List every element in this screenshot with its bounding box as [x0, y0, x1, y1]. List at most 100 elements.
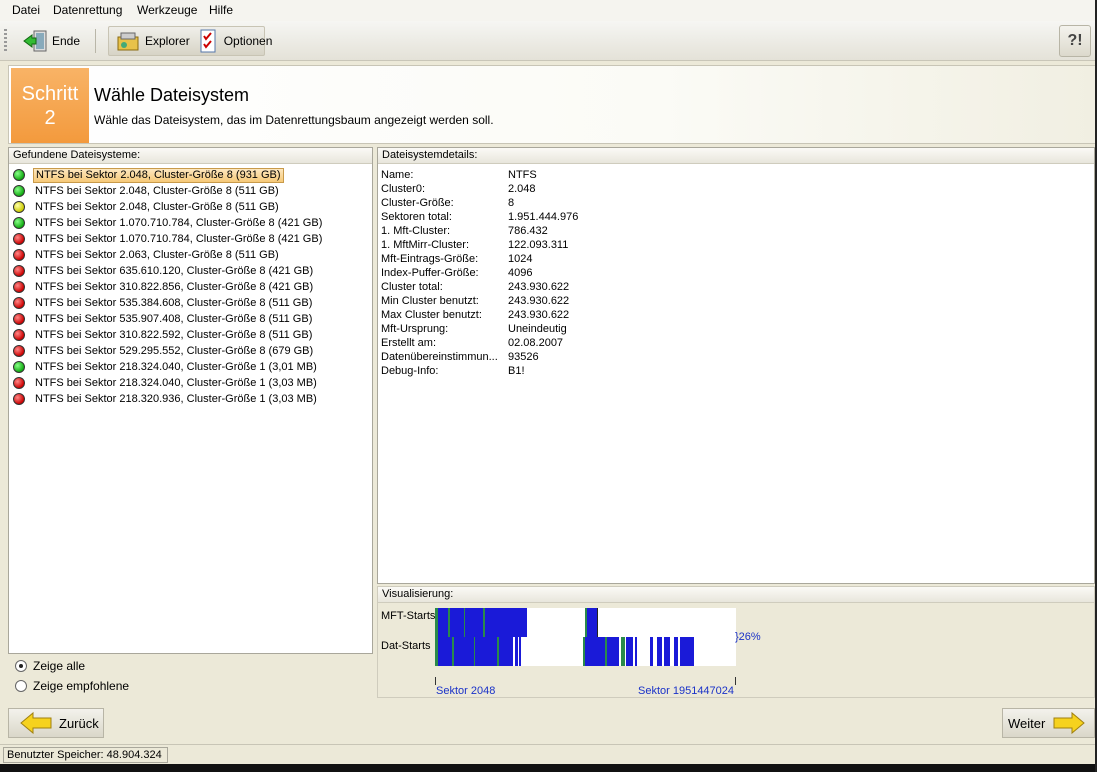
mft-starts-bar [435, 608, 736, 637]
status-green-icon [13, 361, 25, 373]
end-tick [735, 677, 736, 685]
detail-row: Name: NTFS [381, 169, 1094, 183]
filesystem-item-label: NTFS bei Sektor 2.048, Cluster-Größe 8 (… [33, 167, 284, 183]
detail-value: 243.930.622 [508, 281, 570, 293]
detail-key: 1. MftMirr-Cluster: [381, 239, 469, 251]
detail-row: Mft-Ursprung: Uneindeutig [381, 323, 1094, 337]
next-button[interactable]: Weiter [1002, 708, 1095, 738]
detail-value: 4096 [508, 267, 533, 279]
status-red-icon [13, 265, 25, 277]
arrow-right-icon [1053, 711, 1086, 735]
filesystem-item[interactable]: NTFS bei Sektor 1.070.710.784, Cluster-G… [9, 215, 372, 231]
filesystem-item-label: NTFS bei Sektor 310.822.592, Cluster-Grö… [35, 329, 313, 341]
detail-key: Erstellt am: [381, 337, 437, 349]
bar-segment [450, 608, 464, 637]
toolbar-grip[interactable] [4, 29, 7, 53]
memory-status: Benutzter Speicher: 48.904.324 [3, 747, 168, 763]
detail-value: 93526 [508, 351, 539, 363]
detail-row: Index-Puffer-Größe: 4096 [381, 267, 1094, 281]
detail-key: Cluster total: [381, 281, 443, 293]
filesystem-item[interactable]: NTFS bei Sektor 2.048, Cluster-Größe 8 (… [9, 183, 372, 199]
explorer-button[interactable]: Explorer [115, 29, 190, 53]
bar-segment [587, 608, 597, 637]
filesystem-item[interactable]: NTFS bei Sektor 529.295.552, Cluster-Grö… [9, 343, 372, 359]
detail-key: Sektoren total: [381, 211, 452, 223]
bar-segment [475, 637, 497, 666]
filesystem-item[interactable]: NTFS bei Sektor 218.324.040, Cluster-Grö… [9, 359, 372, 375]
detail-row: Cluster0: 2.048 [381, 183, 1094, 197]
ende-label: Ende [52, 34, 81, 48]
filesystem-item-label: NTFS bei Sektor 310.822.856, Cluster-Grö… [35, 281, 314, 293]
detail-value: 1.951.444.976 [508, 211, 579, 223]
explorer-label: Explorer [145, 34, 190, 48]
bar-segment [664, 637, 670, 666]
filesystem-item[interactable]: NTFS bei Sektor 1.070.710.784, Cluster-G… [9, 231, 372, 247]
status-red-icon [13, 313, 25, 325]
detail-value: 122.093.311 [508, 239, 569, 251]
dat-starts-label: Dat-Starts [381, 640, 431, 652]
show-all-radio[interactable] [15, 660, 27, 672]
detail-row: 1. Mft-Cluster: 786.432 [381, 225, 1094, 239]
status-green-icon [13, 217, 25, 229]
show-recommended-option[interactable]: Zeige empfohlene [8, 676, 373, 696]
filesystem-list-header: Gefundene Dateisysteme: [9, 148, 372, 164]
dat-starts-bar [435, 637, 736, 666]
filesystem-item[interactable]: NTFS bei Sektor 2.063, Cluster-Größe 8 (… [9, 247, 372, 263]
filesystem-item-label: NTFS bei Sektor 2.048, Cluster-Größe 8 (… [35, 201, 279, 213]
status-red-icon [13, 329, 25, 341]
menu-datenrettung[interactable]: Datenrettung [53, 3, 122, 17]
detail-row: Min Cluster benutzt: 243.930.622 [381, 295, 1094, 309]
filesystem-item-label: NTFS bei Sektor 529.295.552, Cluster-Grö… [35, 345, 314, 357]
visualization-panel: Visualisierung: MFT-Starts Dat-Starts }2… [377, 586, 1095, 698]
status-green-icon [13, 169, 25, 181]
filesystem-item[interactable]: NTFS bei Sektor 2.048, Cluster-Größe 8 (… [9, 167, 372, 183]
visualization-header: Visualisierung: [378, 587, 1094, 603]
filesystem-item[interactable]: NTFS bei Sektor 535.384.608, Cluster-Grö… [9, 295, 372, 311]
detail-row: Cluster total: 243.930.622 [381, 281, 1094, 295]
ende-button[interactable]: Ende [16, 26, 86, 56]
detail-value: 8 [508, 197, 515, 209]
detail-row: Datenübereinstimmun... 93526 [381, 351, 1094, 365]
back-button[interactable]: Zurück [8, 708, 104, 738]
filesystem-item-label: NTFS bei Sektor 535.907.408, Cluster-Grö… [35, 313, 313, 325]
filesystem-item[interactable]: NTFS bei Sektor 635.610.120, Cluster-Grö… [9, 263, 372, 279]
detail-value: 2.048 [508, 183, 536, 195]
status-red-icon [13, 377, 25, 389]
bar-segment [454, 637, 474, 666]
filesystem-item[interactable]: NTFS bei Sektor 310.822.856, Cluster-Grö… [9, 279, 372, 295]
bar-segment [438, 637, 452, 666]
menu-werkzeuge[interactable]: Werkzeuge [137, 3, 197, 17]
menu-hilfe[interactable]: Hilfe [209, 3, 233, 17]
detail-row: 1. MftMirr-Cluster: 122.093.311 [381, 239, 1094, 253]
bar-segment [519, 637, 521, 666]
filesystem-item[interactable]: NTFS bei Sektor 218.324.040, Cluster-Grö… [9, 375, 372, 391]
optionen-label: Optionen [223, 34, 273, 48]
end-sector-label: Sektor 1951447024 [638, 685, 735, 697]
menu-bar: Datei Datenrettung Werkzeuge Hilfe [0, 0, 1097, 21]
show-recommended-radio[interactable] [15, 680, 27, 692]
page-subtitle: Wähle das Dateisystem, das im Datenrettu… [94, 113, 494, 127]
bar-segment [657, 637, 662, 666]
filesystem-item-label: NTFS bei Sektor 1.070.710.784, Cluster-G… [35, 233, 323, 245]
filesystem-item-label: NTFS bei Sektor 2.048, Cluster-Größe 8 (… [35, 185, 279, 197]
status-red-icon [13, 233, 25, 245]
detail-value: 02.08.2007 [508, 337, 564, 349]
show-all-option[interactable]: Zeige alle [8, 656, 373, 676]
step-indicator: Schritt 2 [11, 68, 89, 143]
detail-value: Uneindeutig [508, 323, 567, 335]
help-button[interactable]: ?! [1059, 25, 1091, 57]
exit-icon [23, 30, 47, 52]
details-table: Name: NTFS Cluster0: 2.048 Cluster-Größe: 8 Se… [378, 164, 1094, 379]
menu-datei[interactable]: Datei [12, 3, 40, 17]
filesystem-item[interactable]: NTFS bei Sektor 218.320.936, Cluster-Grö… [9, 391, 372, 407]
filesystem-item[interactable]: NTFS bei Sektor 310.822.592, Cluster-Grö… [9, 327, 372, 343]
window-bottom-edge [0, 764, 1097, 772]
status-red-icon [13, 249, 25, 261]
optionen-button[interactable]: Optionen [198, 29, 273, 53]
filesystem-item[interactable]: NTFS bei Sektor 2.048, Cluster-Größe 8 (… [9, 199, 372, 215]
filesystem-item[interactable]: NTFS bei Sektor 535.907.408, Cluster-Grö… [9, 311, 372, 327]
detail-value: NTFS [508, 169, 537, 181]
detail-value: 243.930.622 [508, 295, 570, 307]
bar-segment [626, 637, 633, 666]
filesystem-list[interactable]: NTFS bei Sektor 2.048, Cluster-Größe 8 (… [9, 164, 372, 407]
